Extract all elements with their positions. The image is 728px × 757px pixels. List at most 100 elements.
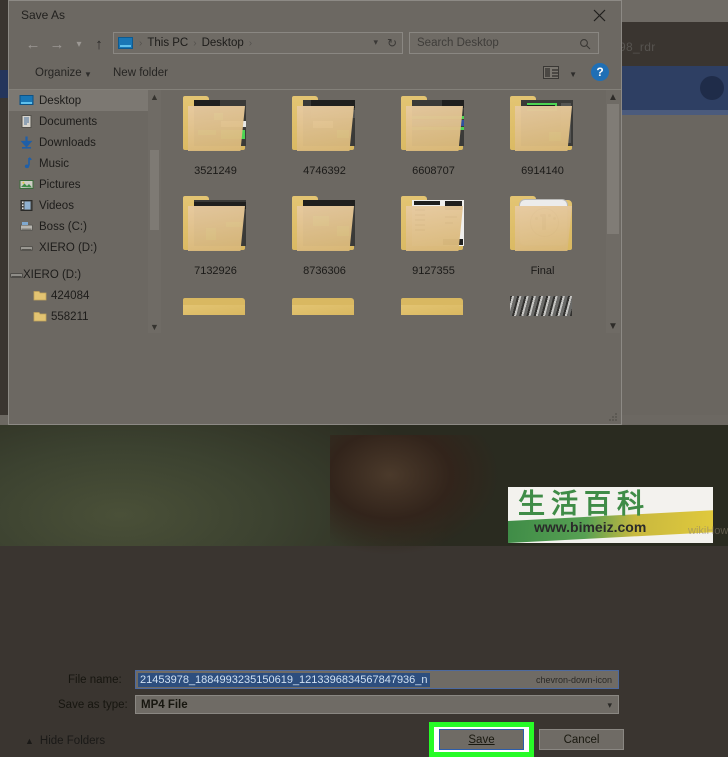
arrow-up-icon[interactable]: ↑ <box>89 35 109 53</box>
chevron-down-icon[interactable]: ▼ <box>148 320 161 333</box>
chevron-down-icon-address[interactable]: ▾ <box>373 37 378 48</box>
sidebar-item-label: Videos <box>39 199 74 212</box>
sidebar: Desktop Documents Downloads Music Pictur… <box>9 90 148 333</box>
chevron-up-icon[interactable]: ▲ <box>148 90 161 103</box>
background-right-panel <box>616 115 728 415</box>
folder-icon <box>401 96 467 152</box>
search-input[interactable]: Search Desktop <box>409 32 599 54</box>
help-button[interactable]: ? <box>591 63 609 81</box>
save-button[interactable]: Save <box>439 729 524 750</box>
watermark-chinese-text: 生活百科 <box>518 489 650 520</box>
new-folder-button[interactable]: New folder <box>113 67 168 79</box>
file-item-label: 3521249 <box>194 165 237 177</box>
folder-icon <box>33 288 48 303</box>
file-item-label: Final <box>530 265 555 277</box>
sidebar-item-label: Music <box>39 157 70 170</box>
sidebar-item-pictures[interactable]: Pictures <box>9 174 148 195</box>
sidebar-item-label: 424084 <box>51 289 90 302</box>
sidebar-scrollbar-thumb[interactable] <box>150 150 159 230</box>
breadcrumb-this-pc[interactable]: This PC <box>145 37 190 49</box>
sidebar-item-label: Downloads <box>39 136 96 149</box>
hide-folders-label: Hide Folders <box>39 735 106 747</box>
sidebar-item-desktop[interactable]: Desktop <box>9 90 148 111</box>
file-item-label: 4746392 <box>303 165 346 177</box>
folder-icon <box>510 96 576 152</box>
sidebar-item-videos[interactable]: Videos <box>9 195 148 216</box>
sidebar-group-xiero-d[interactable]: XIERO (D:) <box>9 264 148 285</box>
sidebar-item-xiero-d[interactable]: XIERO (D:) <box>9 237 148 258</box>
downloads-icon <box>19 135 34 150</box>
sidebar-item-label: Documents <box>39 115 98 128</box>
file-item-partial[interactable] <box>488 290 597 316</box>
toolbar: Organize ▼ New folder ▼ ? <box>9 59 621 90</box>
chevron-down-icon-recent[interactable]: ▾ <box>69 35 89 53</box>
file-item[interactable]: 4746392 <box>270 90 379 190</box>
resize-grip-icon[interactable] <box>609 413 618 422</box>
cancel-button[interactable]: Cancel <box>539 729 624 750</box>
search-icon <box>579 37 591 55</box>
file-item[interactable]: 9127355 <box>379 190 488 290</box>
chevron-down-icon[interactable]: ▼ <box>606 319 620 333</box>
sidebar-item-music[interactable]: Music <box>9 153 148 174</box>
navigation-bar: ← → ▾ ↑ › This PC › Desktop › ▾ ↻ Search… <box>9 29 621 59</box>
organize-button[interactable]: Organize <box>35 67 82 79</box>
file-item-partial[interactable] <box>270 290 379 316</box>
sidebar-item-424084[interactable]: 424084 <box>9 285 148 306</box>
sidebar-item-label: XIERO (D:) <box>39 241 98 254</box>
watermark: 生活百科 www.bimeiz.com <box>508 487 713 543</box>
pictures-icon <box>19 177 34 192</box>
file-item-label: 7132926 <box>194 265 237 277</box>
hide-folders-button[interactable]: ▲ Hide Folders <box>25 735 105 747</box>
desktop-icon <box>19 93 34 108</box>
save-as-type-value: MP4 File <box>141 698 188 711</box>
file-name-input[interactable]: 21453978_1884993235150619_12133968345678… <box>135 670 619 689</box>
videos-icon <box>19 198 34 213</box>
save-as-type-label: Save as type: <box>58 699 128 711</box>
file-item[interactable]: 8736306 <box>270 190 379 290</box>
file-item-label: 8736306 <box>303 265 346 277</box>
folder-icon <box>292 96 358 152</box>
file-pane-scrollbar-thumb[interactable] <box>607 104 619 234</box>
folder-icon <box>510 196 576 252</box>
chevron-up-icon[interactable]: ▲ <box>606 90 620 104</box>
sidebar-item-label: 558211 <box>51 310 89 323</box>
sidebar-item-label: Desktop <box>39 94 82 107</box>
save-as-type-select[interactable]: MP4 File ▾ <box>135 695 619 714</box>
file-item-partial[interactable] <box>379 290 488 316</box>
breadcrumb-separator-0: › <box>139 37 143 49</box>
file-item[interactable]: 3521249 <box>161 90 270 190</box>
sidebar-item-558211[interactable]: 558211 <box>9 306 148 327</box>
documents-icon <box>19 114 34 129</box>
chevron-down-icon-view[interactable]: ▼ <box>569 70 577 79</box>
file-item-partial[interactable] <box>161 290 270 316</box>
sidebar-group-label: XIERO (D:) <box>23 268 82 281</box>
refresh-icon[interactable]: ↻ <box>387 36 397 50</box>
close-icon[interactable] <box>577 1 621 29</box>
save-as-dialog: Save As ← → ▾ ↑ › This PC › Desktop › ▾ … <box>8 0 624 757</box>
file-list-pane[interactable]: 3521249 4746392 6608707 6914140 7132926 … <box>161 90 606 333</box>
sidebar-scrollbar[interactable]: ▲ ▼ <box>148 90 161 333</box>
file-item[interactable]: 6608707 <box>379 90 488 190</box>
watermark-ghost-text: wikiHow <box>688 525 728 537</box>
sidebar-item-boss-c[interactable]: Boss (C:) <box>9 216 148 237</box>
address-bar[interactable]: › This PC › Desktop › ▾ ↻ <box>113 32 403 54</box>
file-item[interactable]: Final <box>488 190 597 290</box>
breadcrumb-desktop[interactable]: Desktop <box>200 37 246 49</box>
file-item[interactable]: 6914140 <box>488 90 597 190</box>
arrow-left-icon[interactable]: ← <box>23 35 43 53</box>
file-item-label: 6608707 <box>412 165 455 177</box>
chevron-down-icon-savetype[interactable]: ▾ <box>607 700 612 711</box>
chevron-down-icon-organize[interactable]: ▼ <box>84 70 92 79</box>
chevron-down-icon-filename[interactable]: chevron-down-icon <box>536 675 612 685</box>
file-pane-scrollbar[interactable]: ▲ ▼ <box>606 90 620 333</box>
music-icon <box>19 156 34 171</box>
breadcrumb-separator-1: › <box>193 37 197 49</box>
arrow-right-icon[interactable]: → <box>47 35 67 53</box>
sidebar-item-documents[interactable]: Documents <box>9 111 148 132</box>
file-item[interactable]: 7132926 <box>161 190 270 290</box>
dialog-titlebar: Save As <box>9 1 621 29</box>
chevron-up-icon: ▲ <box>25 736 34 746</box>
file-name-value: 21453978_1884993235150619_12133968345678… <box>138 672 430 687</box>
view-layout-icon[interactable] <box>543 66 559 79</box>
sidebar-item-downloads[interactable]: Downloads <box>9 132 148 153</box>
